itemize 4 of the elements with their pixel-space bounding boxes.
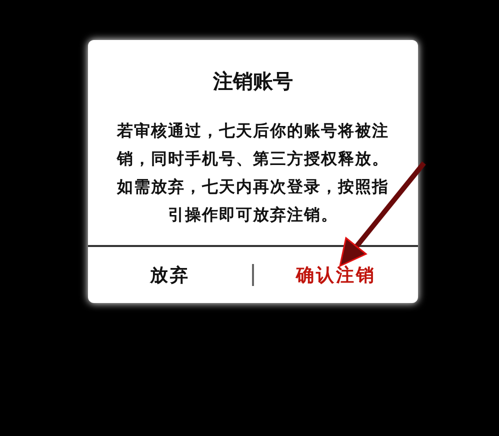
confirm-button[interactable]: 确认注销 <box>254 262 418 288</box>
dialog-message: 若审核通过，七天后你的账号将被注销，同时手机号、第三方授权释放。如需放弃，七天内再次登录，按照指引操作即可放弃注销。 <box>116 120 390 226</box>
cancel-button[interactable]: 放弃 <box>88 262 252 288</box>
dialog-title: 注销账号 <box>212 68 294 95</box>
